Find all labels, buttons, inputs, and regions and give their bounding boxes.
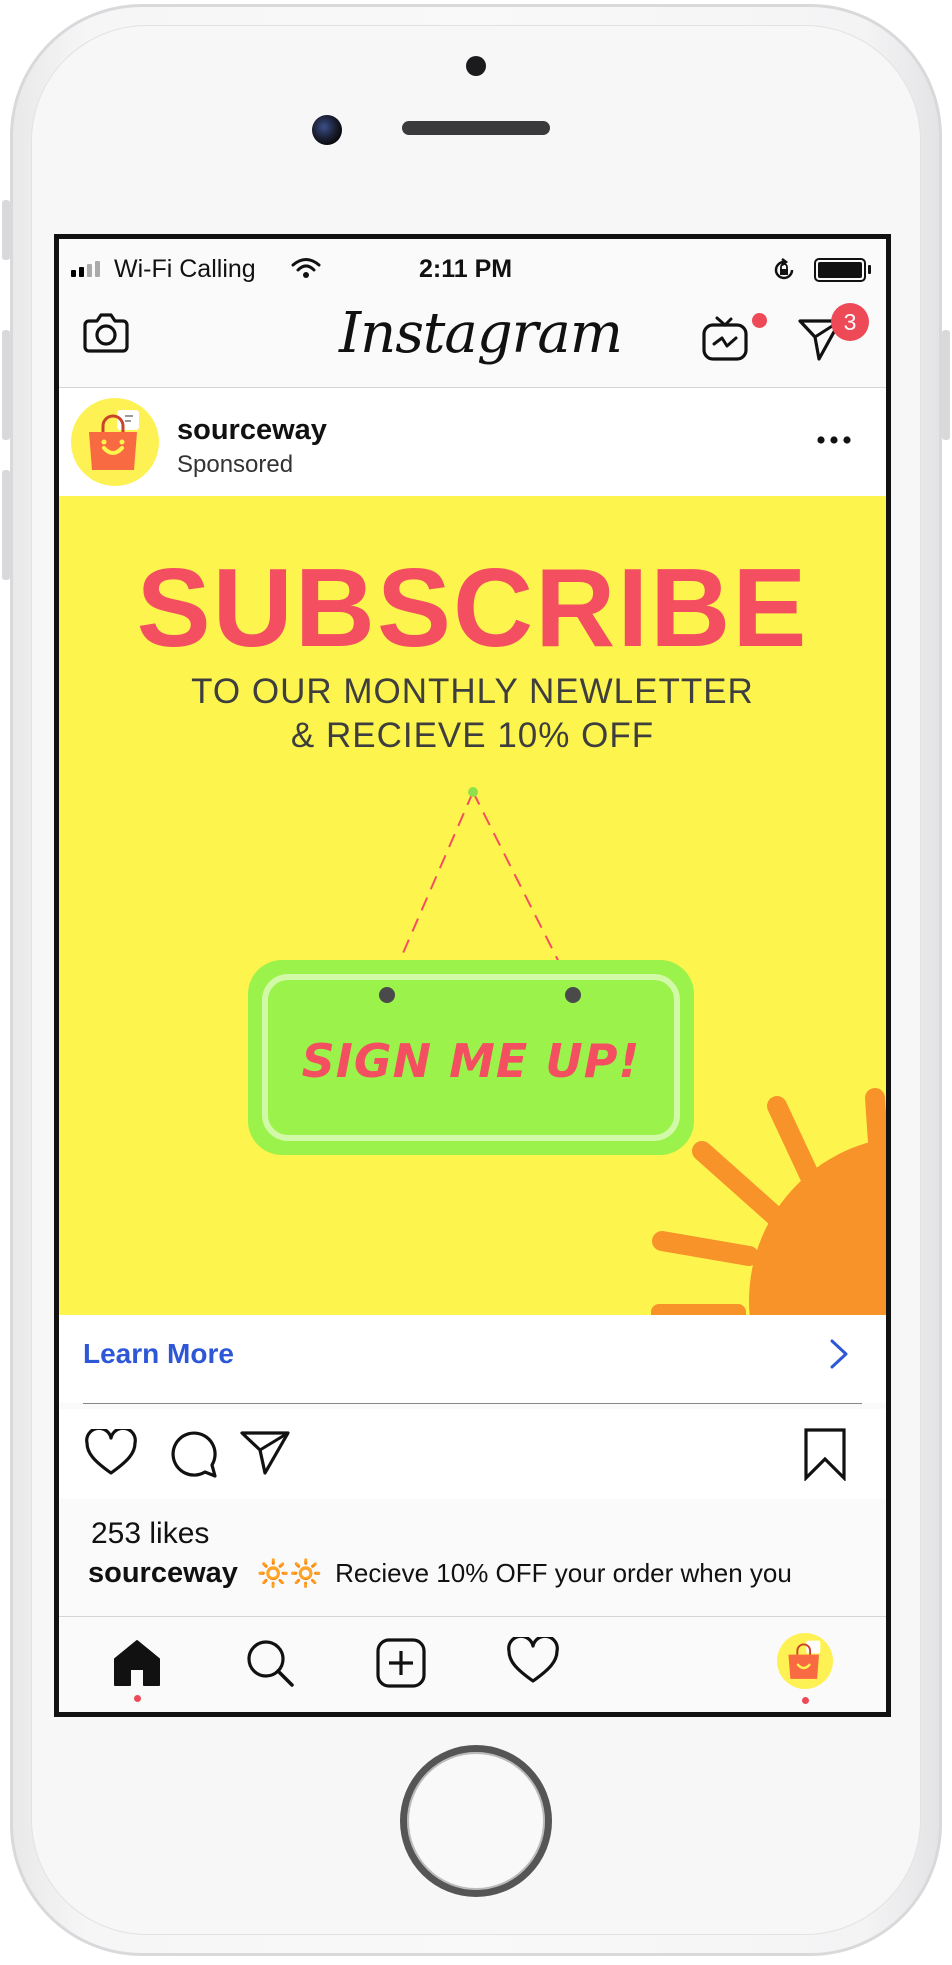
comment-icon[interactable] xyxy=(169,1429,219,1479)
chevron-right-icon[interactable] xyxy=(827,1337,851,1371)
mute-switch xyxy=(2,200,10,260)
avatar[interactable] xyxy=(71,398,159,486)
caption-username[interactable]: sourceway xyxy=(88,1557,238,1589)
post-header: sourceway Sponsored xyxy=(59,388,886,496)
search-icon[interactable] xyxy=(244,1637,296,1689)
wifi-icon xyxy=(291,258,321,278)
caption-emoji: 🔆🔆 xyxy=(257,1558,322,1588)
learn-more-link[interactable]: Learn More xyxy=(83,1338,234,1370)
app-header: Instagram 3 xyxy=(59,291,886,388)
battery-tip xyxy=(868,265,871,274)
likes-count[interactable]: 253 likes xyxy=(91,1517,209,1551)
post-username[interactable]: sourceway xyxy=(177,414,327,447)
more-horizontal-icon[interactable] xyxy=(816,435,852,445)
heart-icon[interactable] xyxy=(84,1429,138,1477)
home-icon[interactable] xyxy=(111,1637,163,1687)
orientation-lock-icon xyxy=(774,258,794,280)
profile-active-dot xyxy=(802,1697,809,1704)
home-button[interactable] xyxy=(400,1745,552,1897)
share-icon[interactable] xyxy=(239,1429,291,1477)
proximity-sensor xyxy=(466,56,486,76)
clock: 2:11 PM xyxy=(419,255,513,283)
post-actions xyxy=(59,1409,886,1499)
phone-screen: Wi-Fi Calling 2:11 PM Instagram 3 source… xyxy=(54,234,891,1717)
caption: sourceway 🔆🔆 Recieve 10% OFF your order … xyxy=(88,1557,878,1590)
signal-strength-icon xyxy=(71,261,100,277)
power-button xyxy=(942,330,950,440)
hanging-pins xyxy=(379,987,581,1003)
earpiece-speaker xyxy=(402,121,550,135)
volume-down-button xyxy=(2,470,10,580)
volume-up-button xyxy=(2,330,10,440)
sponsored-label: Sponsored xyxy=(177,451,294,478)
shopping-bag-icon xyxy=(89,410,139,470)
carrier-label: Wi-Fi Calling xyxy=(114,255,256,283)
hanging-strings xyxy=(386,787,574,991)
status-bar: Wi-Fi Calling 2:11 PM xyxy=(59,239,886,291)
igtv-icon[interactable] xyxy=(701,315,749,363)
instagram-logo[interactable]: Instagram xyxy=(339,301,623,366)
sign-up-sign[interactable]: SIGN ME UP! xyxy=(248,960,694,1155)
ad-image[interactable]: SUBSCRIBE TO OUR MONTHLY NEWLETTER & REC… xyxy=(59,496,886,1315)
home-active-dot xyxy=(134,1695,141,1702)
instagram-app: Wi-Fi Calling 2:11 PM Instagram 3 source… xyxy=(59,239,886,1712)
front-camera xyxy=(312,115,342,145)
shopping-bag-icon xyxy=(788,1640,821,1679)
learn-more-bar[interactable]: Learn More xyxy=(59,1315,886,1403)
igtv-notification-dot xyxy=(752,313,767,328)
divider xyxy=(83,1403,862,1404)
battery-icon xyxy=(814,258,866,282)
profile-avatar[interactable] xyxy=(777,1633,833,1689)
camera-icon[interactable] xyxy=(83,311,129,353)
bottom-tab-bar xyxy=(59,1616,886,1712)
direct-badge: 3 xyxy=(831,303,869,341)
activity-heart-icon[interactable] xyxy=(506,1637,560,1685)
bookmark-icon[interactable] xyxy=(802,1427,848,1481)
add-post-icon[interactable] xyxy=(375,1637,427,1689)
caption-text: Recieve 10% OFF your order when you xyxy=(335,1558,792,1588)
